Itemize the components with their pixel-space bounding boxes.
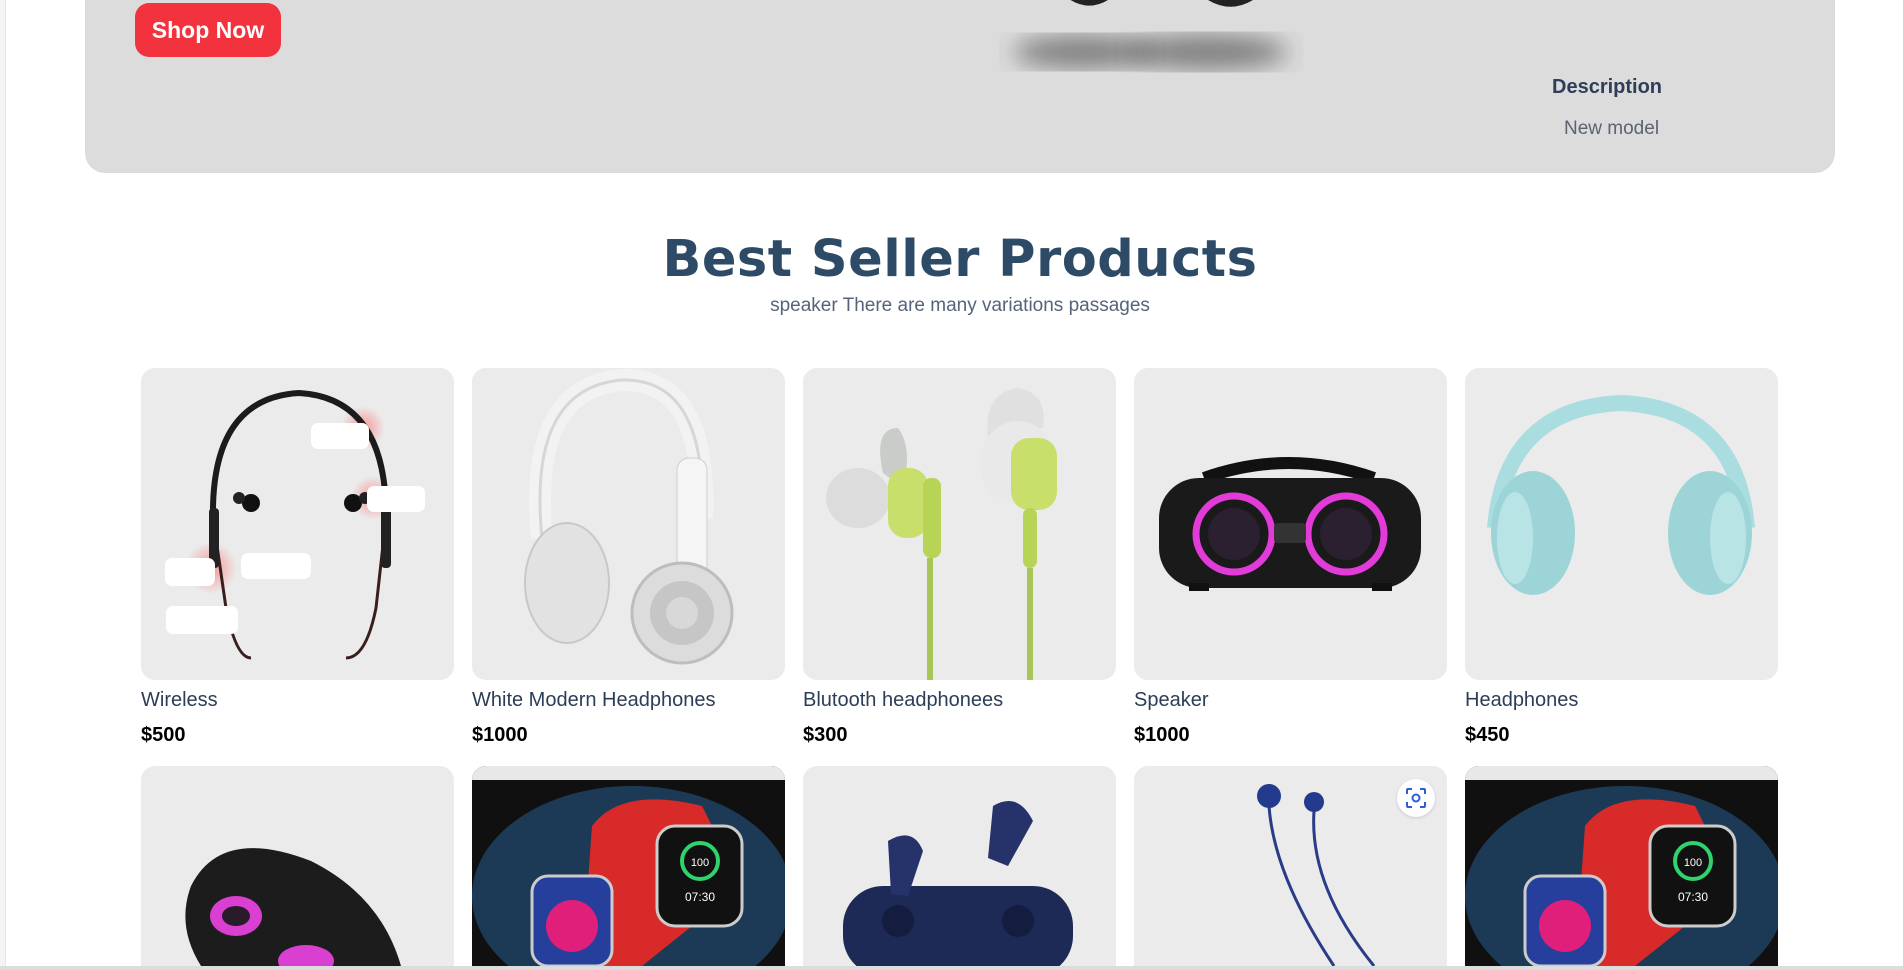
portable-speaker-image (185, 848, 401, 966)
green-earphones-image (826, 388, 1057, 680)
watch-percent-label: 100 (691, 857, 709, 869)
earbuds-case-image (843, 801, 1073, 966)
white-headphones-image (524, 368, 734, 665)
shop-now-button[interactable]: Shop Now (135, 3, 281, 57)
boombox-speaker-image (1159, 457, 1421, 591)
product-card-headphones[interactable] (1465, 368, 1778, 680)
product-card-smartwatch[interactable]: 100 07:30 (472, 766, 785, 966)
product-price: $300 (803, 724, 848, 746)
best-seller-subtitle: speaker There are many variations passag… (770, 295, 1150, 316)
smartwatch-image: 100 07:30 (472, 766, 785, 966)
product-card-earbuds[interactable] (803, 766, 1116, 966)
product-card-wireless[interactable] (141, 368, 454, 680)
description-heading: Description (1552, 76, 1663, 98)
product-name[interactable]: Wireless (141, 689, 218, 712)
product-name[interactable]: Blutooth headphonees (803, 689, 1003, 712)
visual-search-icon[interactable] (1397, 779, 1435, 817)
neckband-earphones-image (165, 389, 425, 660)
product-price: $1000 (472, 724, 528, 746)
product-card-white-headphones[interactable] (472, 368, 785, 680)
product-price: $1000 (1134, 724, 1190, 746)
product-price: $500 (141, 724, 186, 746)
watch-time-label: 07:30 (1678, 890, 1708, 904)
product-name[interactable]: Speaker (1134, 689, 1209, 712)
product-card-bluetooth-headphones[interactable] (803, 368, 1116, 680)
product-name[interactable]: White Modern Headphones (472, 689, 715, 712)
product-price: $450 (1465, 724, 1510, 746)
watch-time-label: 07:30 (685, 890, 715, 904)
product-card-portable-speaker[interactable] (141, 766, 454, 966)
best-seller-title: Best Seller Products (662, 230, 1258, 289)
page-bottom-border (0, 966, 1903, 970)
hero-product-image (1013, 0, 1288, 69)
page-left-border (0, 0, 6, 970)
description-text: New model (1564, 118, 1660, 139)
watch-percent-label: 100 (1684, 857, 1702, 869)
teal-headphones-image (1487, 394, 1755, 595)
product-card-smartwatch-2[interactable]: 100 07:30 (1465, 766, 1778, 966)
product-card-speaker[interactable] (1134, 368, 1447, 680)
smartwatch-image: 100 07:30 (1465, 766, 1778, 966)
product-name[interactable]: Headphones (1465, 689, 1578, 712)
hero-banner: Shop Now Description New model (85, 0, 1835, 173)
